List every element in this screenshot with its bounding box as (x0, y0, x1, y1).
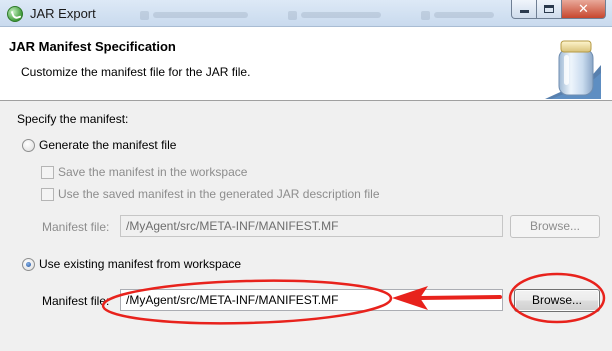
generated-browse-button[interactable]: Browse... (510, 215, 600, 238)
specify-manifest-label: Specify the manifest: (17, 112, 129, 126)
generate-manifest-radio[interactable] (22, 139, 35, 152)
generated-manifest-file-field[interactable]: /MyAgent/src/META-INF/MANIFEST.MF (120, 215, 503, 237)
jar-icon (545, 40, 601, 99)
use-existing-manifest-label[interactable]: Use existing manifest from workspace (39, 257, 241, 271)
use-saved-manifest-label: Use the saved manifest in the generated … (58, 187, 380, 201)
page-title: JAR Manifest Specification (9, 39, 176, 54)
save-manifest-checkbox[interactable] (41, 166, 54, 179)
existing-manifest-file-field[interactable]: /MyAgent/src/META-INF/MANIFEST.MF (120, 289, 503, 311)
use-saved-manifest-checkbox[interactable] (41, 188, 54, 201)
maximize-icon (544, 5, 554, 13)
minimize-icon (519, 10, 529, 13)
maximize-button[interactable] (537, 0, 562, 19)
wizard-header: JAR Manifest Specification Customize the… (0, 27, 612, 101)
window-title: JAR Export (30, 6, 96, 21)
generated-manifest-file-label: Manifest file: (42, 220, 110, 234)
close-button[interactable]: ✕ (562, 0, 606, 19)
save-manifest-label: Save the manifest in the workspace (58, 165, 248, 179)
close-icon: ✕ (578, 1, 589, 17)
existing-browse-button[interactable]: Browse... (514, 289, 600, 312)
generate-manifest-label[interactable]: Generate the manifest file (39, 138, 176, 152)
eclipse-spring-icon (7, 6, 23, 22)
existing-manifest-file-label: Manifest file: (42, 294, 110, 308)
page-description: Customize the manifest file for the JAR … (21, 65, 251, 79)
background-tabs-blur (140, 8, 502, 22)
minimize-button[interactable] (511, 0, 537, 19)
title-bar[interactable]: JAR Export ✕ (0, 0, 612, 27)
window-controls: ✕ (511, 0, 606, 19)
use-existing-manifest-radio[interactable] (22, 258, 35, 271)
